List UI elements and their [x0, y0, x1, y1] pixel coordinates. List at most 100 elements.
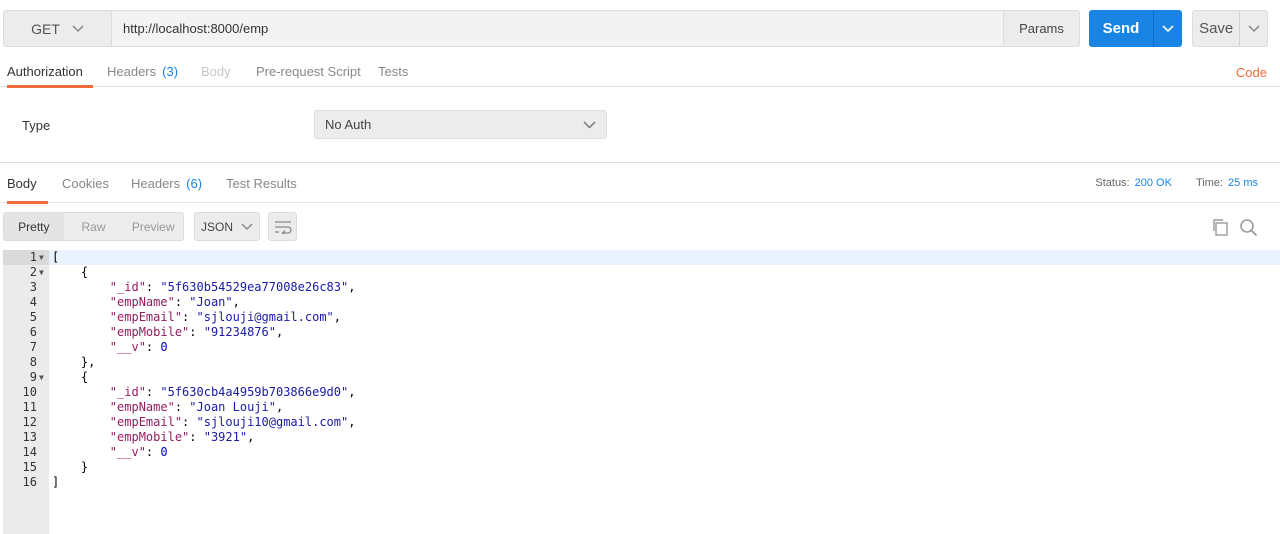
code-line: 11 "empName": "Joan Louji", [3, 400, 1280, 415]
json-key: "empName" [109, 400, 175, 414]
send-options-button[interactable] [1153, 10, 1182, 47]
search-icon [1239, 218, 1257, 236]
copy-icon [1213, 219, 1228, 236]
response-toolbar: Pretty Raw Preview JSON [0, 203, 1280, 249]
code-text: { [52, 265, 89, 279]
json-key: "empMobile" [109, 430, 190, 444]
tab-tests[interactable]: Tests [378, 56, 408, 87]
time-value[interactable]: 25 ms [1228, 177, 1258, 189]
code-text: "empName": "Joan", [109, 295, 240, 309]
copy-button[interactable] [1210, 217, 1230, 237]
raw-label: Raw [81, 219, 106, 234]
line-number: 14 [22, 445, 37, 459]
format-select[interactable]: JSON [194, 212, 260, 241]
tab-request-headers[interactable]: Headers (3) [107, 56, 178, 87]
line-number: 2 [29, 265, 37, 279]
tab-request-body[interactable]: Body [201, 56, 231, 87]
pretty-label: Pretty [18, 219, 50, 234]
params-label: Params [1019, 21, 1064, 36]
json-key: "empEmail" [109, 415, 183, 429]
tab-response-headers[interactable]: Headers (6) [131, 163, 202, 203]
code-text: ] [52, 475, 60, 489]
pretty-button[interactable]: Pretty [4, 213, 64, 240]
method-select[interactable]: GET [3, 10, 112, 47]
tab-pre-request-script[interactable]: Pre-request Script [256, 56, 361, 87]
line-number: 5 [29, 310, 37, 324]
wrap-lines-icon [274, 220, 292, 234]
json-value: "Joan Louji" [189, 400, 276, 414]
code-line: 15 } [3, 460, 1280, 475]
code-text: "empEmail": "sjlouji@gmail.com", [109, 310, 342, 324]
json-key: "_id" [109, 280, 146, 294]
code-text: "_id": "5f630cb4a4959b703866e9d0", [109, 385, 356, 399]
line-number: 6 [29, 325, 37, 339]
wrap-lines-button[interactable] [268, 212, 297, 241]
response-tabs: Body Cookies Headers (6) Test Results St… [0, 163, 1280, 204]
tab-tests-label: Tests [378, 64, 409, 79]
status-label: Status: [1095, 177, 1130, 189]
json-key: "empMobile" [109, 325, 190, 339]
tab-request-headers-label: Headers [107, 64, 157, 79]
code-line: 14 "__v": 0 [3, 445, 1280, 460]
url-input[interactable]: http://localhost:8000/emp [111, 10, 1004, 47]
fold-arrow-icon[interactable]: ▼ [39, 250, 44, 265]
search-button[interactable] [1238, 217, 1258, 237]
params-button[interactable]: Params [1003, 10, 1080, 47]
save-options-button[interactable] [1239, 11, 1267, 46]
json-value: "sjlouji10@gmail.com" [196, 415, 349, 429]
code-text: "__v": 0 [109, 445, 168, 459]
format-label: JSON [200, 219, 233, 234]
time-label: Time: [1195, 177, 1224, 189]
save-button[interactable]: Save [1192, 10, 1268, 47]
line-number: 15 [22, 460, 37, 474]
url-text: http://localhost:8000/emp [123, 21, 269, 36]
tab-response-body[interactable]: Body [7, 163, 48, 204]
code-text: "__v": 0 [109, 340, 168, 354]
code-line: 10 "_id": "5f630cb4a4959b703866e9d0", [3, 385, 1280, 400]
code-text: }, [52, 355, 96, 369]
line-number: 9 [29, 370, 37, 384]
code-line: 1 ▼ [ [3, 250, 1280, 265]
json-value: "Joan" [189, 295, 233, 309]
json-value: "5f630cb4a4959b703866e9d0" [160, 385, 349, 399]
code-text: [ [52, 250, 60, 264]
code-link[interactable]: Code [1236, 65, 1267, 80]
tab-cookies[interactable]: Cookies [62, 163, 109, 203]
tab-pre-request-label: Pre-request Script [256, 64, 361, 79]
fold-arrow-icon[interactable]: ▼ [39, 265, 44, 280]
json-key: "__v" [109, 340, 146, 354]
tab-response-body-label: Body [7, 175, 37, 191]
chevron-down-icon [583, 120, 596, 129]
json-value: 0 [160, 445, 168, 459]
json-key: "empEmail" [109, 310, 183, 324]
json-value: "3921" [203, 430, 248, 444]
tab-test-results[interactable]: Test Results [226, 163, 297, 203]
request-tabs: Authorization Headers (3) Body Pre-reque… [0, 56, 1280, 88]
raw-button[interactable]: Raw [64, 213, 124, 240]
tab-authorization[interactable]: Authorization [7, 56, 93, 88]
json-key: "empName" [109, 295, 175, 309]
code-text: { [52, 370, 89, 384]
status-value[interactable]: 200 OK [1135, 177, 1172, 189]
line-number: 16 [22, 475, 37, 489]
auth-type-select[interactable]: No Auth [314, 110, 607, 139]
response-headers-count: (6) [186, 175, 203, 191]
tab-authorization-label: Authorization [7, 64, 83, 79]
code-line: 4 "empName": "Joan", [3, 295, 1280, 310]
send-button[interactable]: Send [1089, 10, 1182, 47]
response-meta: Status: 200 OK Time: 25 ms [1095, 177, 1258, 189]
line-number: 12 [22, 415, 37, 429]
chevron-down-icon [1162, 24, 1174, 32]
chevron-down-icon [72, 24, 84, 32]
line-number: 7 [29, 340, 37, 354]
code-line: 6 "empMobile": "91234876", [3, 325, 1280, 340]
code-line: 12 "empEmail": "sjlouji10@gmail.com", [3, 415, 1280, 430]
code-line: 5 "empEmail": "sjlouji@gmail.com", [3, 310, 1280, 325]
code-line: 7 "__v": 0 [3, 340, 1280, 355]
preview-button[interactable]: Preview [123, 213, 183, 240]
response-body-editor[interactable]: 1 ▼ [ 2 ▼ { 3 "_id": "5f630b54529ea77008… [3, 250, 1280, 534]
fold-arrow-icon[interactable]: ▼ [39, 370, 44, 385]
json-value: "5f630b54529ea77008e26c83" [160, 280, 349, 294]
json-key: "__v" [109, 445, 146, 459]
line-number: 8 [29, 355, 37, 369]
